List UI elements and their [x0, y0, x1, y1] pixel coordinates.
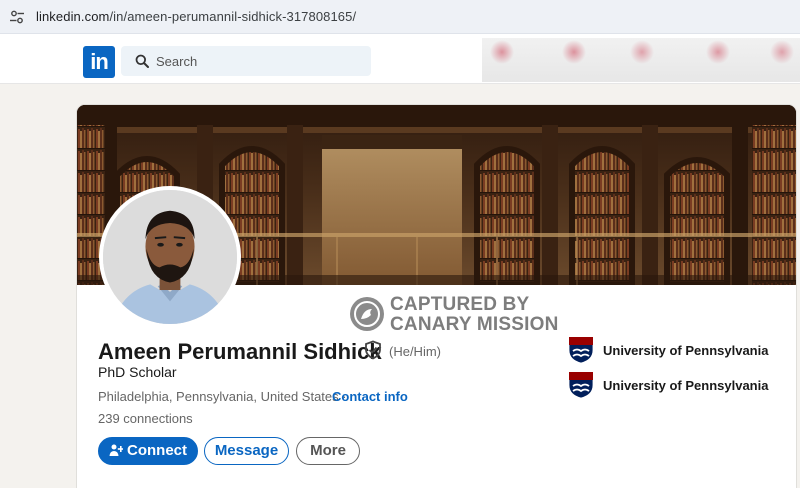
more-button[interactable]: More	[296, 437, 360, 465]
url-host: linkedin.com	[36, 9, 110, 24]
verified-shield-icon[interactable]	[363, 340, 383, 360]
education-item[interactable]: University of Pennsylvania	[568, 371, 768, 399]
location-text: Philadelphia, Pennsylvania, United State…	[98, 389, 339, 404]
profile-name: Ameen Perumannil Sidhick	[98, 339, 382, 364]
education-item[interactable]: University of Pennsylvania	[568, 336, 768, 364]
url-path: /in/ameen-perumannil-sidhick-317808165/	[109, 9, 357, 24]
education-name: University of Pennsylvania	[603, 343, 769, 358]
watermark-line-2: CANARY MISSION	[390, 314, 559, 335]
connect-button[interactable]: Connect	[98, 437, 198, 465]
profile-location: Philadelphia, Pennsylvania, United State…	[98, 389, 347, 404]
search-input[interactable]: Search	[121, 46, 371, 76]
add-person-icon	[109, 444, 123, 456]
canary-mission-watermark: CAPTURED BY CANARY MISSION	[350, 294, 570, 335]
profile-photo[interactable]	[99, 186, 241, 328]
search-placeholder: Search	[156, 54, 198, 69]
profile-headline: PhD Scholar	[98, 364, 177, 380]
connect-label: Connect	[127, 442, 187, 459]
education-name: University of Pennsylvania	[603, 378, 769, 393]
url-text[interactable]: linkedin.com/in/ameen-perumannil-sidhick…	[36, 9, 356, 24]
message-button[interactable]: Message	[204, 437, 289, 465]
canary-bird-icon	[350, 297, 384, 331]
browser-address-bar[interactable]: linkedin.com/in/ameen-perumannil-sidhick…	[0, 0, 800, 34]
blurred-nav-icons	[482, 38, 800, 82]
tune-icon[interactable]	[9, 9, 25, 25]
contact-info-link[interactable]: Contact info	[332, 389, 408, 404]
linkedin-logo[interactable]: in	[83, 46, 115, 78]
penn-crest-icon	[568, 371, 594, 399]
pronouns: (He/Him)	[389, 344, 441, 359]
connections-count[interactable]: 239 connections	[98, 411, 193, 426]
search-icon	[135, 54, 149, 68]
watermark-line-1: CAPTURED BY	[390, 294, 530, 315]
penn-crest-icon	[568, 336, 594, 364]
